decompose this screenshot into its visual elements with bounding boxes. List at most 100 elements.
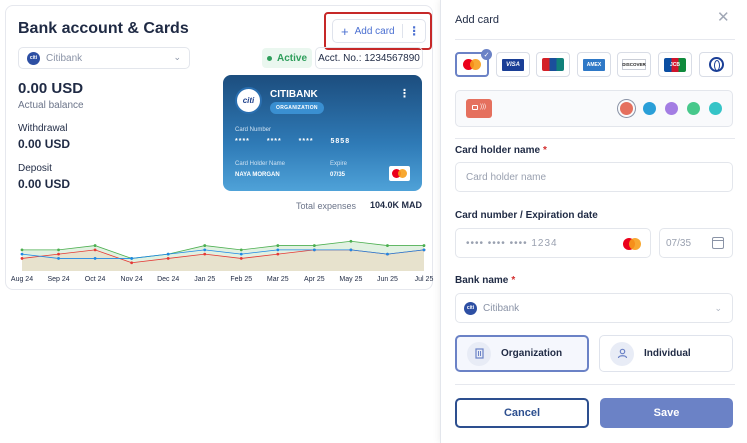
expenses-chart [20,239,426,271]
data-point [312,248,316,252]
brand-tile-discover[interactable]: DISCOVER [617,52,651,77]
card-holder-name: NAYA MORGAN [235,172,280,178]
data-point [239,252,243,256]
brand-tile-visa[interactable]: VISA [496,52,530,77]
divider [455,138,735,139]
holder-name-label: Card holder name * [455,145,547,156]
color-swatch[interactable] [709,102,722,115]
unionpay-icon [542,58,564,71]
x-tick-label: Jun 25 [376,276,398,283]
chevron-down-icon: ⌄ [714,303,722,313]
card-bank-name: CITIBANK [270,89,318,100]
card-more-icon[interactable]: ⋮ [399,87,410,100]
withdrawal-amount: 0.00 USD [18,137,71,151]
color-swatch[interactable] [643,102,656,115]
page: Bank account & Cards + Add card ⋮ citi C… [0,0,747,443]
type-organization[interactable]: Organization [455,335,589,372]
brand-tile-jcb[interactable]: JCB [658,52,692,77]
cancel-button[interactable]: Cancel [455,398,589,428]
x-tick-label: Jul 25 [414,276,434,283]
diners-club-icon [708,57,724,72]
card-color-picker: ))) [455,90,733,127]
citibank-logo-icon: citi [235,87,262,114]
data-point [386,244,389,247]
expiry-placeholder: 07/35 [666,238,692,249]
data-point [203,244,207,247]
citibank-logo-icon: citi [464,301,477,315]
type-individual[interactable]: Individual [599,335,733,372]
color-swatch[interactable] [687,102,700,115]
x-tick-label: Apr 25 [304,276,325,283]
balance-label: Actual balance [18,100,84,111]
data-point [349,248,353,252]
bank-name-select[interactable]: citi Citibank ⌄ [455,293,733,323]
deposit-label: Deposit [18,163,52,174]
modal-title: Add card [455,14,500,26]
x-tick-label: May 25 [339,276,363,283]
more-vertical-icon[interactable]: ⋮ [403,24,425,38]
expiry-date-input[interactable]: 07/35 [659,228,733,258]
bank-name-value: Citibank [483,302,520,314]
visa-icon: VISA [502,58,524,71]
card-type-tag: ORGANIZATION [270,102,324,114]
type-label: Organization [501,348,563,359]
x-tick-label: Nov 24 [120,276,143,283]
card-expire-date: 07/35 [330,172,346,178]
close-icon[interactable]: ✕ [717,10,730,25]
deposit-amount: 0.00 USD [18,177,71,191]
card-number-label: Card Number [235,127,272,133]
add-card-button[interactable]: + Add card [333,20,402,42]
card-number-input[interactable]: •••• •••• •••• 1234 [455,228,651,258]
mastercard-icon [462,58,482,71]
calendar-icon[interactable] [712,237,724,249]
discover-icon: DISCOVER [622,59,646,70]
bank-select[interactable]: citi Citibank ⌄ [18,47,190,69]
plus-icon: + [341,23,349,39]
x-tick-label: Oct 24 [84,276,106,283]
card-number: **** **** **** 5858 [235,138,351,145]
total-expenses-label: Total expenses [296,201,357,211]
data-point [276,252,280,256]
credit-card[interactable]: citi CITIBANK ORGANIZATION ⋮ Card Number… [223,75,422,191]
amex-icon: AMEX [583,58,605,71]
withdrawal-label: Withdrawal [18,123,68,134]
data-point [203,248,207,252]
check-icon: ✓ [481,49,492,60]
citibank-logo-icon: citi [27,51,40,65]
holder-name-input[interactable] [455,162,733,192]
jcb-icon: JCB [664,57,686,72]
data-point [93,257,97,260]
brand-tile-mastercard[interactable]: ✓ [455,49,492,77]
add-card-highlight: + Add card ⋮ [324,12,432,50]
bank-name-label: Bank name * [455,275,516,286]
brand-tile-unionpay[interactable] [536,52,570,77]
data-point [276,248,280,252]
card-number-placeholder: •••• •••• •••• 1234 [466,238,558,249]
data-point [57,252,60,256]
save-button[interactable]: Save [600,398,733,428]
data-point [130,257,134,260]
data-point [57,248,60,252]
card-expire-label: Expire [330,161,348,167]
bank-account-panel: Bank account & Cards + Add card ⋮ citi C… [5,5,433,290]
color-swatch[interactable] [620,102,633,115]
data-point [239,257,243,260]
panel-title: Bank account & Cards [18,20,189,37]
x-tick-label: Aug 24 [10,276,34,283]
card-brand-selector: ✓ VISA AMEX DISCOVER JCB [455,49,733,77]
x-tick-label: Sep 24 [47,276,70,283]
mastercard-icon [623,238,641,250]
card-preview-icon: ))) [466,99,492,118]
color-swatch[interactable] [665,102,678,115]
brand-tile-amex[interactable]: AMEX [577,52,611,77]
x-tick-label: Jan 25 [194,276,216,283]
data-point [57,257,60,260]
data-point [130,261,134,265]
status-label: Active [276,52,307,64]
card-number-label: Card number / Expiration date [455,210,598,221]
brand-tile-diners[interactable] [699,52,733,77]
total-expenses-value: 104.0K MAD [370,200,423,210]
add-card-split-button: + Add card ⋮ [332,19,426,43]
add-card-label: Add card [354,25,395,37]
account-number: Acct. No.: 1234567890 [315,47,423,69]
